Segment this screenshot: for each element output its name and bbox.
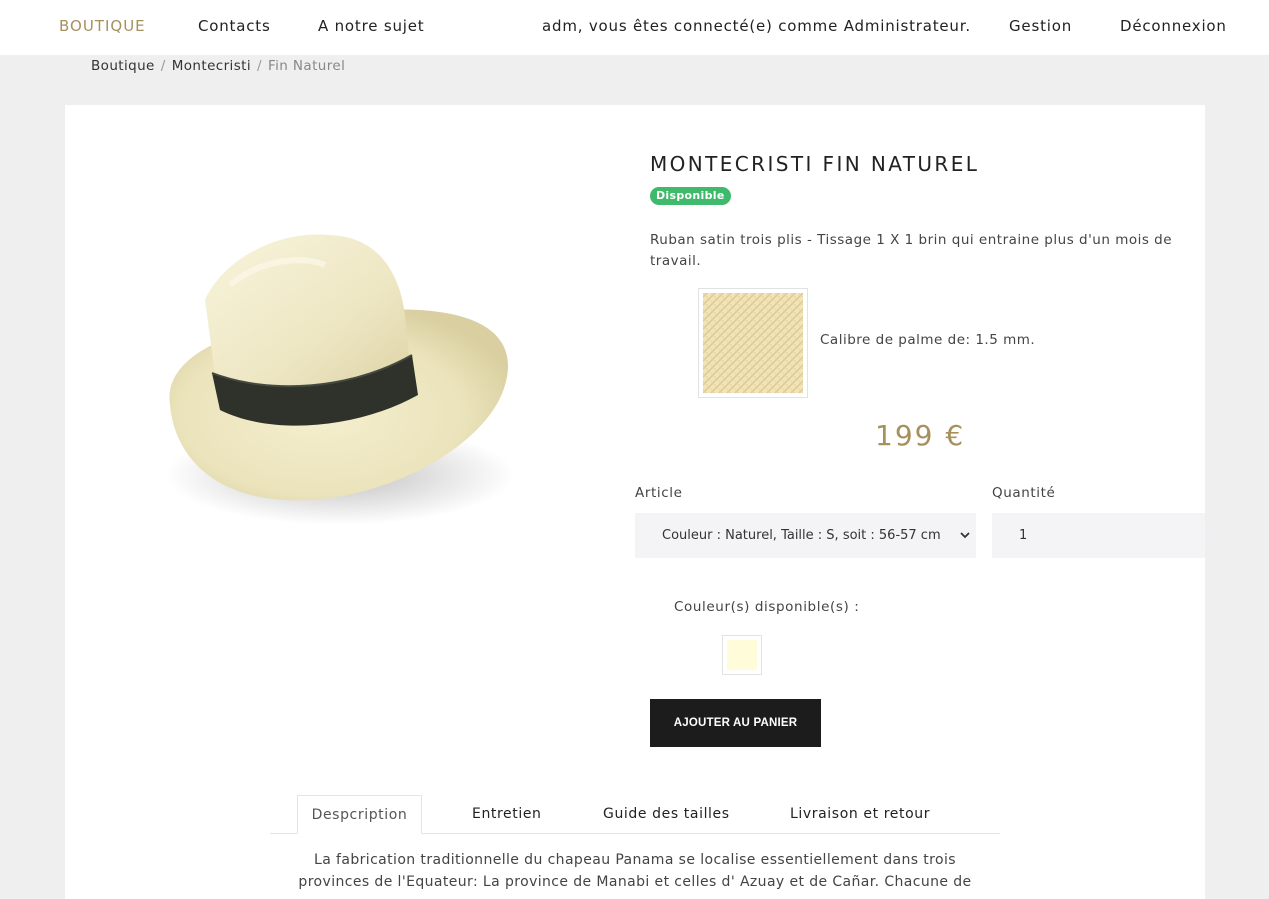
tab-description[interactable]: Despcription — [297, 795, 422, 834]
article-label: Article — [635, 485, 683, 501]
product-title: MONTECRISTI FIN NATUREL — [650, 152, 980, 176]
top-navbar: BOUTIQUE Contacts A notre sujet adm, vou… — [0, 0, 1269, 55]
weave-sample-image — [698, 288, 808, 398]
breadcrumb-separator: / — [256, 58, 262, 74]
product-summary: Ruban satin trois plis - Tissage 1 X 1 b… — [650, 232, 1173, 269]
breadcrumb: Boutique / Montecristi / Fin Naturel — [91, 58, 345, 74]
nav-manage-link[interactable]: Gestion — [1009, 17, 1072, 35]
availability-badge: Disponible — [650, 187, 731, 205]
product-image — [150, 225, 520, 535]
tab-shipping-returns[interactable]: Livraison et retour — [790, 795, 930, 834]
tab-care[interactable]: Entretien — [472, 795, 542, 834]
nav-brand-link[interactable]: BOUTIQUE — [59, 17, 146, 35]
chevron-down-icon — [960, 532, 970, 539]
nav-logout-link[interactable]: Déconnexion — [1120, 17, 1227, 35]
nav-contacts-link[interactable]: Contacts — [198, 17, 271, 35]
caliber-text: Calibre de palme de: 1.5 mm. — [820, 332, 1036, 348]
quantity-input[interactable] — [992, 513, 1205, 558]
quantity-label: Quantité — [992, 485, 1056, 501]
breadcrumb-separator: / — [160, 58, 166, 74]
article-select[interactable]: Couleur : Naturel, Taille : S, soit : 56… — [635, 513, 976, 558]
color-swatch-natural[interactable] — [722, 635, 762, 675]
description-text: La fabrication traditionnelle du chapeau… — [298, 852, 972, 899]
breadcrumb-montecristi[interactable]: Montecristi — [172, 58, 251, 74]
user-status-text: adm, vous êtes connecté(e) comme Adminis… — [542, 17, 971, 35]
article-select-value: Couleur : Naturel, Taille : S, soit : 56… — [662, 528, 941, 543]
colors-label: Couleur(s) disponible(s) : — [674, 599, 860, 615]
tab-size-guide[interactable]: Guide des tailles — [603, 795, 730, 834]
breadcrumb-boutique[interactable]: Boutique — [91, 58, 155, 74]
breadcrumb-current: Fin Naturel — [267, 58, 346, 74]
color-swatch-fill — [727, 640, 757, 670]
add-to-cart-button[interactable]: AJOUTER AU PANIER — [650, 699, 821, 747]
nav-about-link[interactable]: A notre sujet — [318, 17, 424, 35]
product-price: 199 € — [875, 419, 966, 452]
